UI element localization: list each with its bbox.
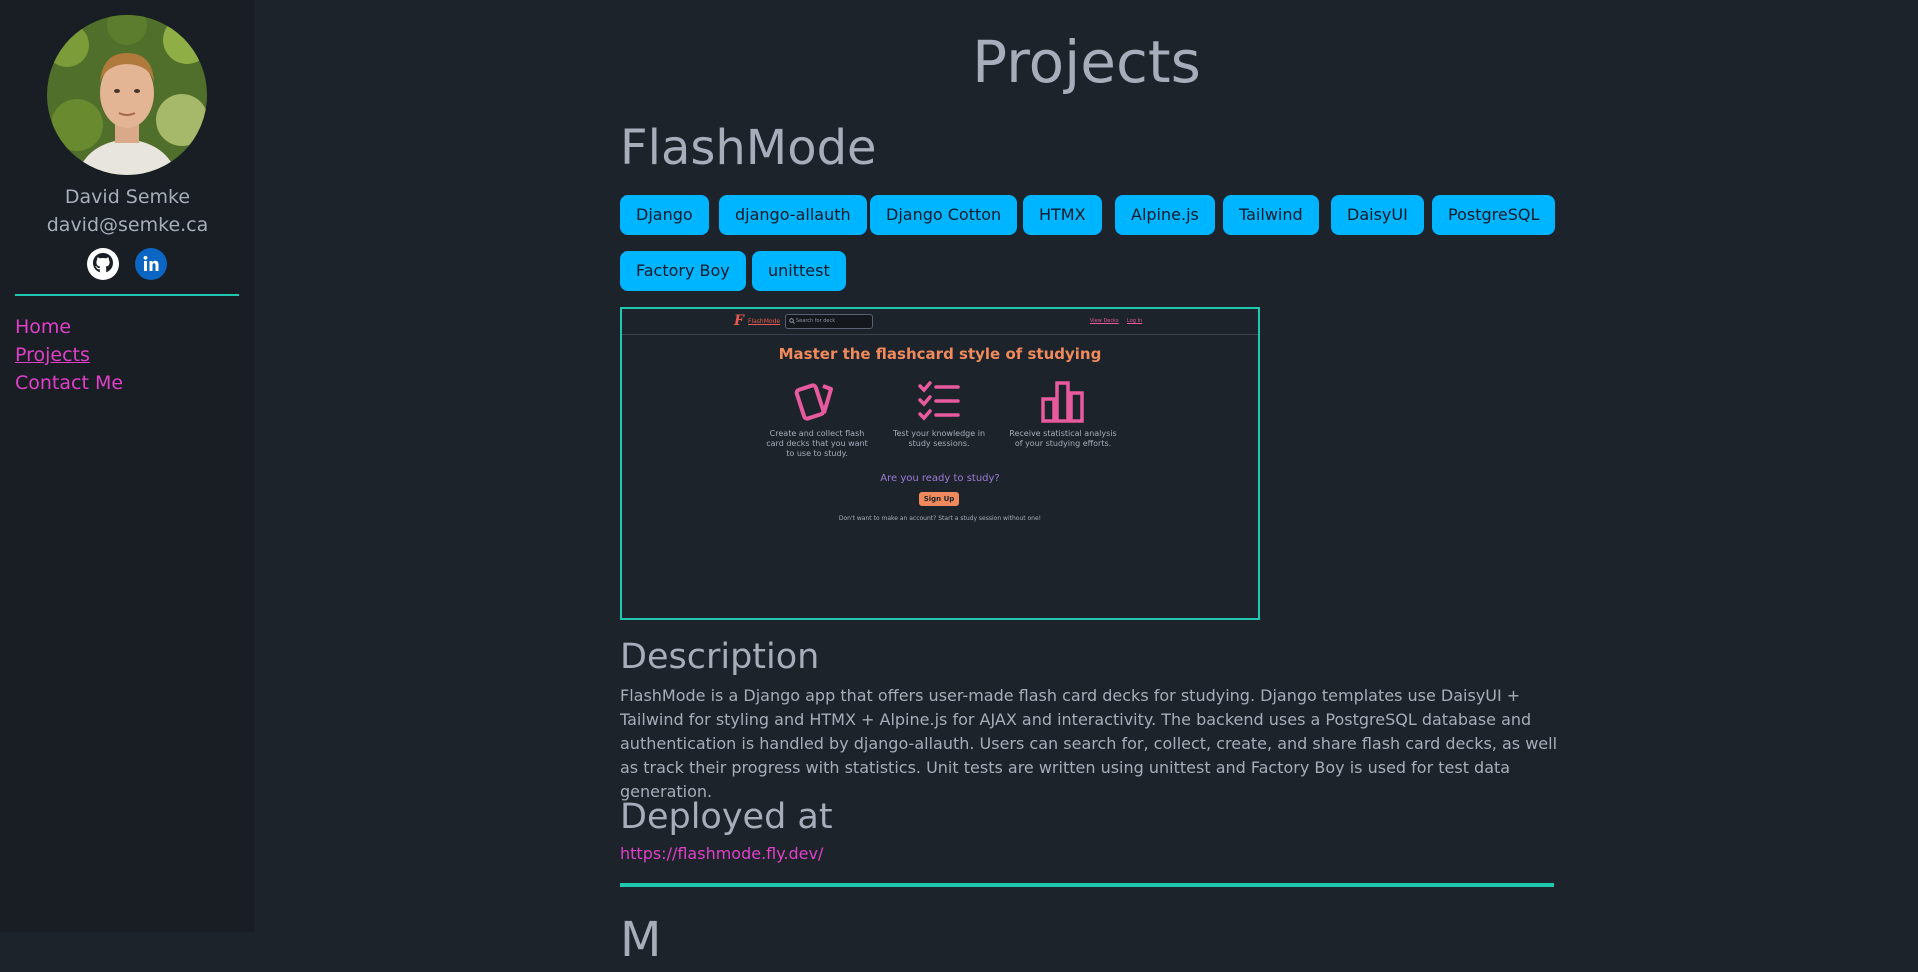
- tag-django-cotton[interactable]: Django Cotton: [870, 195, 1018, 235]
- profile-email: david@semke.ca: [46, 214, 209, 236]
- nav-home[interactable]: Home: [15, 316, 71, 338]
- screenshot-note: Don't want to make an account? Start a s…: [838, 515, 1042, 522]
- avatar: [47, 15, 207, 175]
- screenshot-view-decks: View Decks: [1090, 318, 1119, 324]
- sidebar-divider: [15, 294, 239, 296]
- project-title: FlashMode: [620, 120, 877, 176]
- page-title: Projects: [972, 28, 1201, 96]
- sidebar: David Semke david@semke.ca Home Projects…: [0, 0, 255, 932]
- deployed-link[interactable]: https://flashmode.fly.dev/: [620, 844, 823, 863]
- screenshot-feature-create: Create and collect flash card decks that…: [766, 429, 868, 458]
- tag-tailwind[interactable]: Tailwind: [1223, 195, 1319, 235]
- linkedin-icon[interactable]: [134, 247, 168, 281]
- project-divider: [620, 883, 1554, 887]
- screenshot-search: Search for deck: [785, 314, 873, 329]
- github-icon[interactable]: [86, 247, 120, 281]
- nav-contact-me[interactable]: Contact Me: [15, 372, 123, 394]
- screenshot-signup-button: Sign Up: [919, 492, 959, 506]
- screenshot-brand: FlashMode: [748, 318, 781, 325]
- tag-unittest[interactable]: unittest: [752, 251, 846, 291]
- tag-postgresql[interactable]: PostgreSQL: [1432, 195, 1556, 235]
- screenshot-feature-test: Test your knowledge in study sessions.: [892, 429, 986, 448]
- project-screenshot: F FlashMode Search for deck View Decks L…: [620, 307, 1260, 620]
- bar-chart-icon: [1041, 381, 1084, 423]
- tag-django-allauth[interactable]: django-allauth: [719, 195, 867, 235]
- description-heading: Description: [620, 637, 820, 677]
- screenshot-feature-stats: Receive statistical analysis of your stu…: [1009, 429, 1117, 448]
- screenshot-navbar: F FlashMode Search for deck View Decks L…: [622, 309, 1258, 335]
- tag-htmx[interactable]: HTMX: [1023, 195, 1102, 235]
- search-icon: [789, 318, 795, 324]
- profile-name: David Semke: [64, 186, 191, 208]
- description-text: FlashMode is a Django app that offers us…: [620, 686, 1558, 801]
- screenshot-search-placeholder: Search for deck: [796, 318, 836, 324]
- tag-django[interactable]: Django: [620, 195, 709, 235]
- screenshot-log-in: Log In: [1127, 318, 1143, 324]
- checklist-icon: [918, 381, 960, 421]
- screenshot-logo: F: [734, 313, 744, 329]
- screenshot-ready-text: Are you ready to study?: [880, 473, 1000, 484]
- tag-daisyui[interactable]: DaisyUI: [1331, 195, 1424, 235]
- screenshot-heading: Master the flashcard style of studying: [778, 345, 1102, 363]
- cards-icon: [794, 383, 833, 421]
- tag-factory-boy[interactable]: Factory Boy: [620, 251, 746, 291]
- next-project-title: M: [620, 912, 662, 968]
- deployed-heading: Deployed at: [620, 797, 833, 837]
- nav-projects[interactable]: Projects: [15, 344, 90, 366]
- tag-alpinejs[interactable]: Alpine.js: [1115, 195, 1215, 235]
